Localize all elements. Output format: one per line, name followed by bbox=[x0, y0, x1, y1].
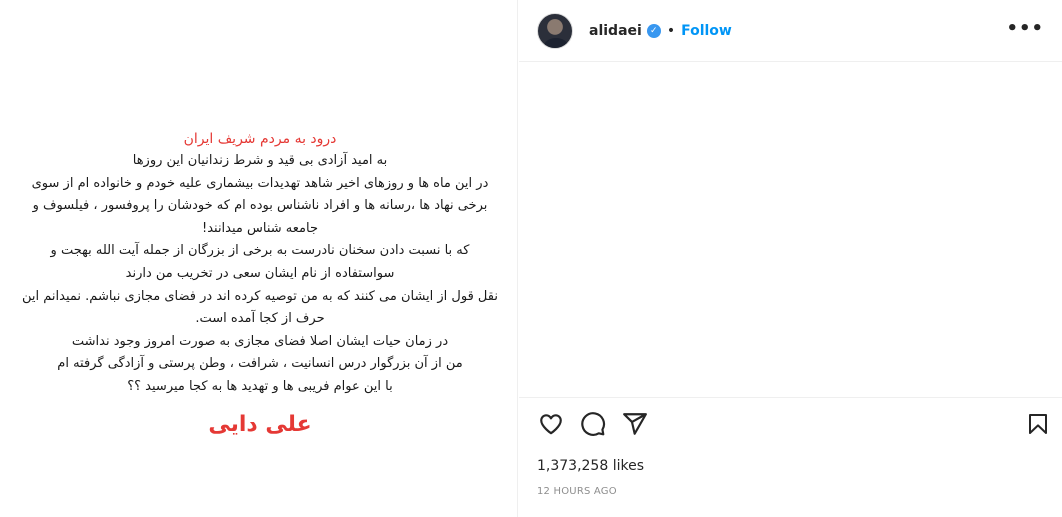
comment-icon[interactable] bbox=[579, 410, 607, 438]
post-signature: علی دایی bbox=[208, 411, 312, 437]
post-line: در زمان حیات ایشان اصلا فضای مجازی به صو… bbox=[71, 333, 449, 349]
post-title: درود به مردم شریف ایران bbox=[183, 131, 337, 147]
avatar[interactable] bbox=[537, 12, 573, 49]
separator-dot: • bbox=[666, 22, 676, 39]
follow-button[interactable]: Follow bbox=[681, 23, 732, 39]
post-header: alidaei ✓ • Follow ••• bbox=[519, 0, 1062, 62]
post-line: به امید آزادی بی قید و شرط زندانیان این … bbox=[132, 153, 388, 168]
post-line: در این ماه ها و روزهای اخیر شاهد تهدیدات… bbox=[31, 175, 489, 191]
verified-badge-icon: ✓ bbox=[646, 23, 661, 38]
post-line: حرف از کجا آمده است. bbox=[195, 311, 325, 327]
post-line: سواستفاده از نام ایشان سعی در تخریب من د… bbox=[125, 265, 395, 281]
more-options-icon[interactable]: ••• bbox=[1006, 18, 1044, 39]
username[interactable]: alidaei bbox=[589, 23, 642, 39]
heart-icon[interactable] bbox=[537, 410, 565, 438]
post-sidebar: alidaei ✓ • Follow ••• 1,373,258 likes 1… bbox=[519, 0, 1062, 517]
post-line: جامعه شناس میدانند! bbox=[201, 220, 318, 236]
post-text: درود به مردم شریف ایران به امید آزادی بی… bbox=[10, 128, 510, 445]
post-line: با این عوام فریبی ها و تهدید ها به کجا م… bbox=[127, 378, 393, 394]
post-line: من از آن بزرگوار درس انسانیت ، شرافت ، و… bbox=[57, 356, 463, 372]
post-timestamp[interactable]: 12 HOURS AGO bbox=[537, 486, 617, 497]
post-line: که با نسبت دادن سخنان نادرست به برخی از … bbox=[50, 243, 470, 259]
post-actions bbox=[537, 410, 649, 438]
bookmark-icon[interactable] bbox=[1024, 410, 1052, 438]
post-line: نقل قول از ایشان می کنند که به من توصیه … bbox=[22, 288, 498, 304]
divider bbox=[519, 397, 1062, 398]
likes-count[interactable]: 1,373,258 likes bbox=[537, 458, 644, 474]
post-line: برخی نهاد ها ،رسانه ها و افراد ناشناس بو… bbox=[32, 198, 488, 214]
share-icon[interactable] bbox=[621, 410, 649, 438]
post-image[interactable]: درود به مردم شریف ایران به امید آزادی بی… bbox=[0, 0, 518, 517]
